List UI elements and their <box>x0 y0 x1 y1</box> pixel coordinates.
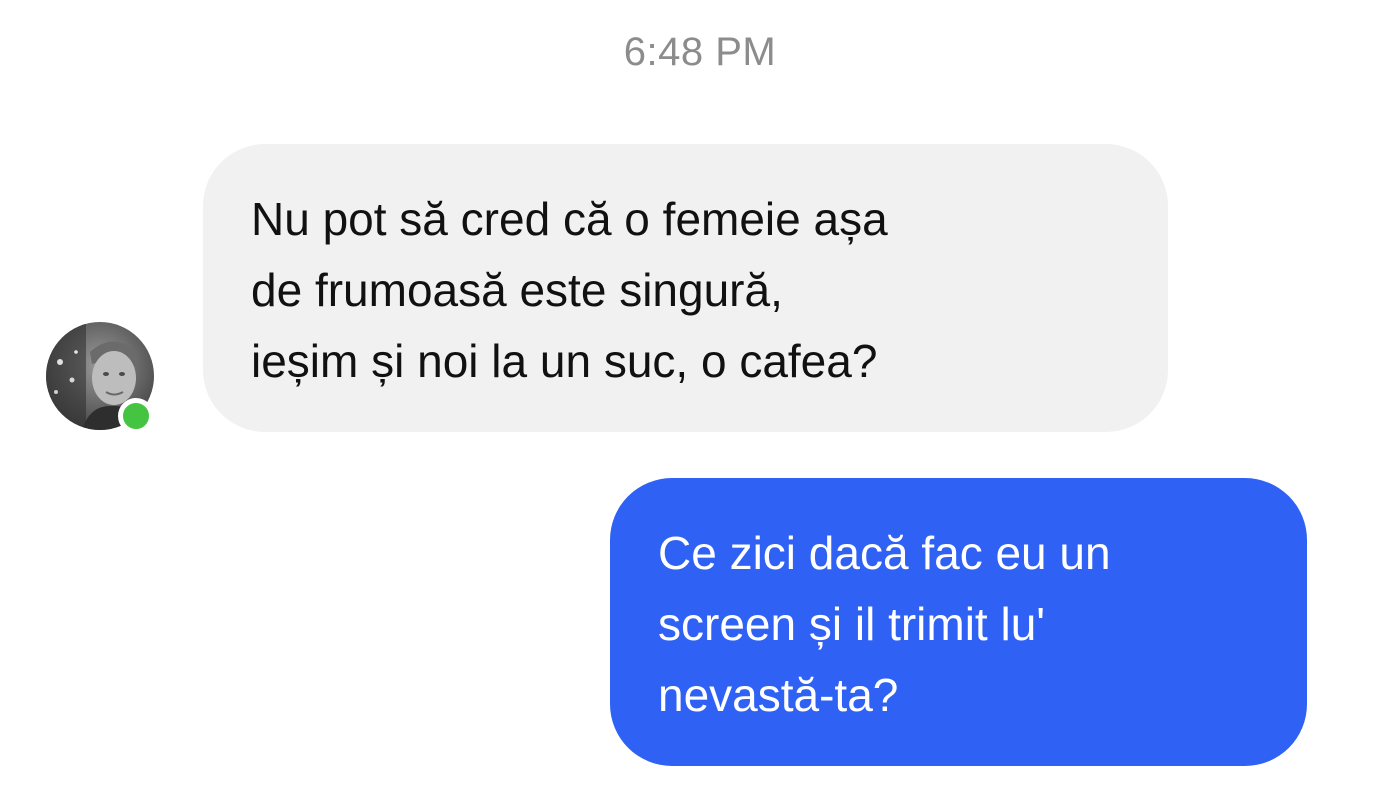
outgoing-message-bubble[interactable]: Ce zici dacă fac eu un screen și il trim… <box>610 478 1307 766</box>
chat-thread: 6:48 PM Nu pot să cred că o femeie așa d… <box>0 0 1400 800</box>
online-status-indicator <box>118 398 154 434</box>
message-timestamp: 6:48 PM <box>623 30 777 74</box>
incoming-message-bubble[interactable]: Nu pot să cred că o femeie așa de frumoa… <box>203 144 1168 432</box>
